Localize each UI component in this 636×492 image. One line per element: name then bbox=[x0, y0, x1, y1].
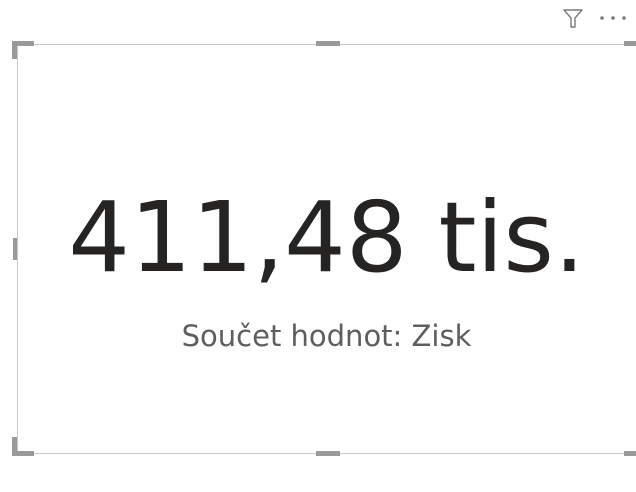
resize-handle-top-right[interactable] bbox=[624, 41, 636, 46]
visual-header bbox=[562, 6, 632, 30]
card-category-label: Součet hodnot: Zisk bbox=[181, 319, 472, 353]
resize-handle-bottom-right[interactable] bbox=[624, 451, 636, 456]
report-canvas: 411,48 tis. Součet hodnot: Zisk bbox=[0, 0, 636, 492]
resize-handle-top[interactable] bbox=[316, 41, 340, 46]
resize-handle-bottom[interactable] bbox=[316, 451, 340, 456]
resize-handle-top-left-vertical[interactable] bbox=[12, 41, 17, 59]
card-value: 411,48 tis. bbox=[68, 181, 585, 294]
resize-handle-bottom-left-vertical[interactable] bbox=[12, 437, 17, 456]
more-options-icon[interactable] bbox=[598, 13, 632, 23]
filter-icon[interactable] bbox=[562, 7, 584, 29]
filter-icon-glyph bbox=[563, 9, 583, 28]
more-options-icon-glyph bbox=[600, 16, 626, 20]
